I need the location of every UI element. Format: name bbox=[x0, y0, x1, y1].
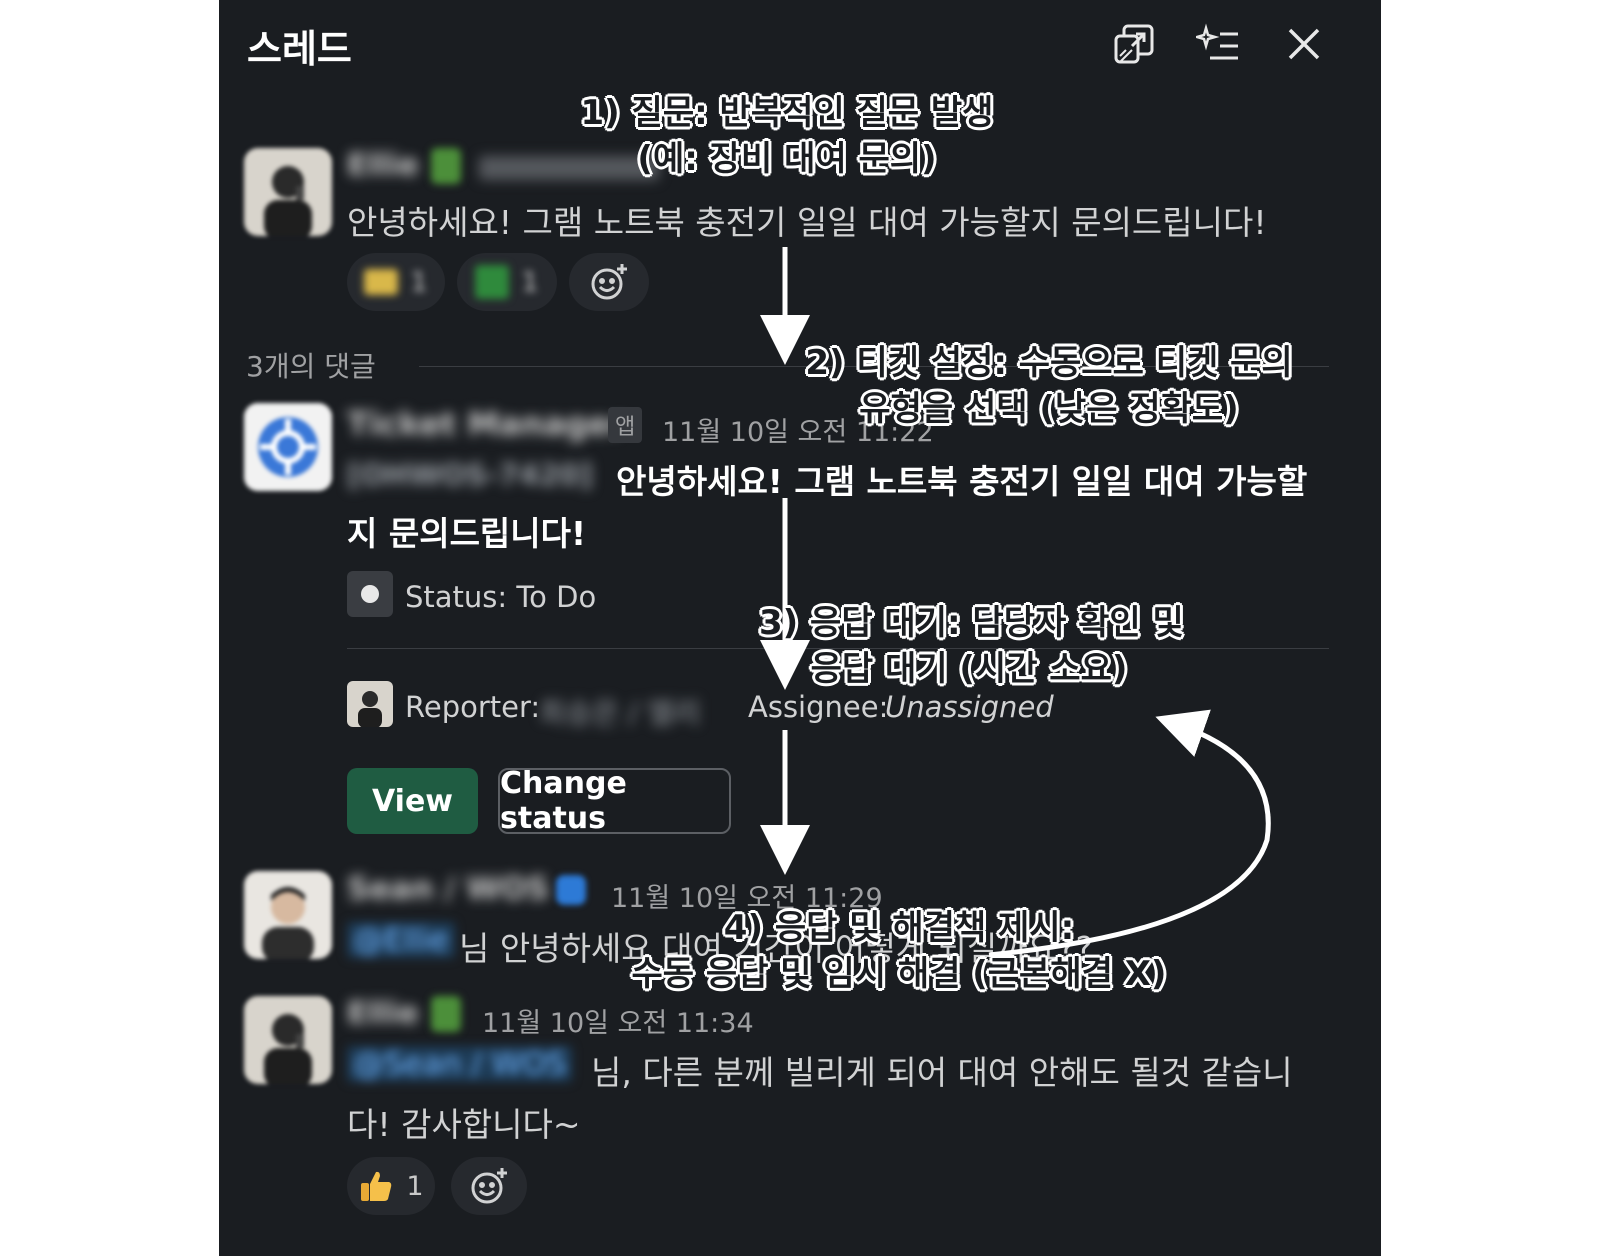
message-timestamp[interactable]: 11월 10일 오전 11:34 bbox=[482, 1001, 754, 1040]
status-emoji-icon bbox=[431, 148, 461, 184]
ticket-title: 지 문의드립니다! bbox=[347, 514, 587, 553]
message-author[interactable]: Ticket Manager bbox=[347, 405, 626, 443]
message-text: 다! 감사합니다~ bbox=[347, 1105, 581, 1144]
assignee-value: Unassigned bbox=[885, 690, 1054, 724]
status-icon bbox=[347, 571, 393, 617]
assignee-label: Assignee: bbox=[748, 690, 889, 724]
ticket-manager-avatar[interactable] bbox=[244, 403, 332, 491]
reporter-label: Reporter: bbox=[405, 690, 541, 724]
message-author[interactable]: Ellie bbox=[347, 148, 419, 183]
panel-title: 스레드 bbox=[247, 27, 352, 71]
avatar[interactable] bbox=[244, 148, 332, 236]
avatar[interactable] bbox=[244, 871, 332, 959]
reaction-count: 1 bbox=[406, 1170, 424, 1202]
reporter-avatar bbox=[347, 681, 393, 727]
annotation-step-3: 3) 응답 대기: 담당자 확인 및 응답 대기 (시간 소요) bbox=[759, 603, 1184, 689]
avatar[interactable] bbox=[244, 996, 332, 1084]
close-icon[interactable] bbox=[1282, 22, 1326, 66]
ticket-title: 안녕하세요! 그램 노트북 충전기 일일 대여 가능할 bbox=[616, 462, 1308, 501]
folder-emoji-icon bbox=[364, 269, 399, 295]
app-badge: 앱 bbox=[608, 407, 643, 443]
reaction-count: 1 bbox=[521, 266, 539, 298]
open-in-window-icon[interactable] bbox=[1112, 22, 1156, 66]
user-mention[interactable]: @Ellie bbox=[347, 922, 455, 958]
message-author[interactable]: Ellie bbox=[347, 996, 419, 1031]
thread-panel: 스레드 Ellie 안녕하세요! 그램 노트북 충전기 일일 대여 가능할지 문… bbox=[219, 0, 1381, 1256]
annotation-step-1: 1) 질문: 반복적인 질문 발생 (예: 장비 대여 문의) bbox=[580, 93, 994, 179]
add-emoji-icon bbox=[471, 1168, 507, 1204]
message-author[interactable]: Sean / WOS bbox=[347, 871, 549, 907]
reaction-pill[interactable]: 1 bbox=[347, 1157, 435, 1215]
green-square-emoji-icon bbox=[475, 265, 510, 299]
annotation-step-2: 2) 티켓 설정: 수동으로 티켓 문의 유형을 선택 (낮은 정확도) bbox=[805, 343, 1293, 429]
reaction-count: 1 bbox=[410, 266, 428, 298]
view-button[interactable]: View bbox=[347, 768, 478, 834]
reaction-pill[interactable]: 1 bbox=[457, 253, 557, 311]
ai-summary-icon[interactable] bbox=[1196, 22, 1240, 66]
reply-count: 3개의 댓글 bbox=[246, 350, 376, 383]
ticket-id[interactable]: [OHWOS-7420] bbox=[347, 458, 593, 492]
add-reaction-button[interactable] bbox=[569, 253, 649, 311]
change-status-button[interactable]: Change status bbox=[498, 766, 731, 836]
add-emoji-icon bbox=[591, 264, 627, 300]
reaction-pill[interactable]: 1 bbox=[347, 253, 445, 311]
annotation-step-4: 4) 응답 및 해결책 제시: 수동 응답 및 임시 해결 (근본해결 X) bbox=[631, 908, 1167, 994]
message-text: 안녕하세요! 그램 노트북 충전기 일일 대여 가능할지 문의드립니다! bbox=[347, 203, 1267, 242]
thumbs-up-icon bbox=[361, 1171, 392, 1201]
user-mention[interactable]: @Sean / WOS bbox=[347, 1046, 573, 1082]
ticket-status: Status: To Do bbox=[405, 580, 597, 614]
message-text: 님, 다른 분께 빌리게 되어 대여 안해도 될것 같습니 bbox=[591, 1053, 1293, 1092]
reporter-value[interactable]: 최승은 / 엘리 bbox=[539, 690, 701, 732]
status-emoji-icon bbox=[431, 996, 461, 1032]
status-emoji-icon bbox=[556, 875, 586, 905]
add-reaction-button[interactable] bbox=[451, 1157, 527, 1215]
